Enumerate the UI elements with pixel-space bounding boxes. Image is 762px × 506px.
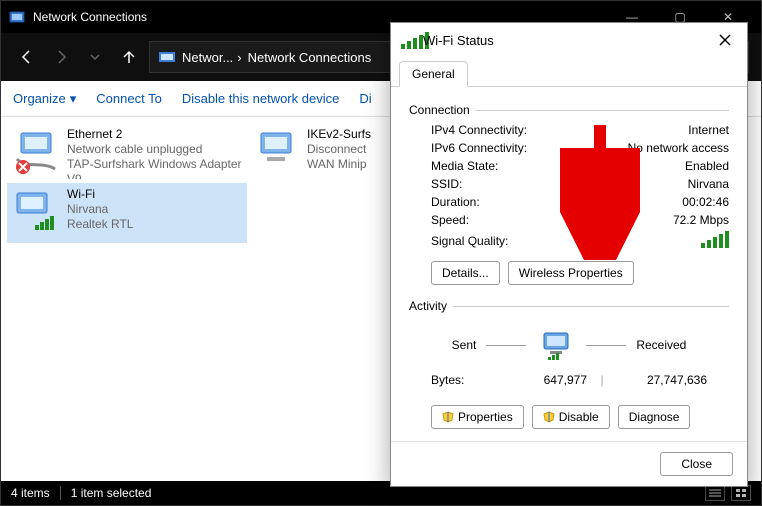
bytes-label: Bytes: [431,373,497,387]
group-connection: Connection [409,103,470,117]
speed-value: 72.2 Mbps [673,213,729,227]
wifi-status-dialog: Wi-Fi Status General Connection IPv4 Con… [390,22,748,487]
ssid-label: SSID: [431,177,688,191]
organize-button[interactable]: Organize ▾ [13,91,76,107]
close-dialog-button[interactable]: Close [660,452,733,476]
speed-label: Speed: [431,213,673,227]
tabstrip: General [391,57,747,87]
connection-adapter: Realtek RTL [67,217,133,232]
connection-name: Ethernet 2 [67,127,243,142]
media-value: Enabled [685,159,729,173]
connection-item[interactable]: Wi-FiNirvanaRealtek RTL [7,183,247,243]
diagnose-button-truncated[interactable]: Di [359,91,371,106]
shield-icon [543,411,555,423]
group-activity: Activity [409,299,447,313]
bytes-sent: 647,977 [497,373,587,387]
signal-icon [401,32,417,48]
disable-device-button[interactable]: Disable this network device [182,91,340,106]
ipv6-label: IPv6 Connectivity: [431,141,628,155]
chevron-down-icon: ▾ [70,91,77,107]
adapter-icon [11,187,61,235]
dialog-titlebar: Wi-Fi Status [391,23,747,57]
connection-name: IKEv2-Surfs [307,127,371,142]
breadcrumb-item[interactable]: Networ... › [182,50,242,65]
properties-button[interactable]: Properties [431,405,524,429]
media-label: Media State: [431,159,685,173]
folder-icon [158,49,176,65]
activity-computer-icon [536,329,576,361]
connection-item[interactable]: Ethernet 2Network cable unpluggedTAP-Sur… [7,123,247,183]
ipv4-value: Internet [688,123,729,137]
app-icon [9,9,25,25]
signal-bars-icon [701,231,729,251]
activity-visual: Sent Received [431,329,707,361]
duration-label: Duration: [431,195,682,209]
item-count: 4 items [11,486,50,500]
details-button[interactable]: Details... [431,261,500,285]
details-view-button[interactable] [705,485,725,501]
received-label: Received [636,338,686,352]
breadcrumb-item[interactable]: Network Connections [248,50,372,65]
adapter-icon [251,127,301,175]
adapter-icon [11,127,61,175]
connection-name: Wi-Fi [67,187,133,202]
ipv6-value: No network access [628,141,729,155]
recent-dropdown[interactable] [81,43,109,71]
connect-to-button[interactable]: Connect To [96,91,162,106]
chevron-right-icon: › [237,50,241,65]
dialog-close-button[interactable] [713,28,737,52]
forward-button[interactable] [47,43,75,71]
shield-icon [442,411,454,423]
connection-status: Network cable unplugged [67,142,243,157]
tiles-view-button[interactable] [731,485,751,501]
selection-count: 1 item selected [71,486,152,500]
connection-adapter: TAP-Surfshark Windows Adapter V9 [67,157,243,179]
connection-status: Disconnect [307,142,371,157]
wireless-properties-button[interactable]: Wireless Properties [508,261,634,285]
up-button[interactable] [115,43,143,71]
connection-status: Nirvana [67,202,133,217]
ipv4-label: IPv4 Connectivity: [431,123,688,137]
signal-label: Signal Quality: [431,234,701,248]
duration-value: 00:02:46 [682,195,729,209]
bytes-received: 27,747,636 [617,373,707,387]
tab-general[interactable]: General [399,61,468,87]
dialog-title: Wi-Fi Status [423,33,713,48]
diagnose-button[interactable]: Diagnose [618,405,691,429]
ssid-value: Nirvana [688,177,729,191]
sent-label: Sent [452,338,477,352]
connection-adapter: WAN Minip [307,157,371,172]
disable-button[interactable]: Disable [532,405,610,429]
back-button[interactable] [13,43,41,71]
